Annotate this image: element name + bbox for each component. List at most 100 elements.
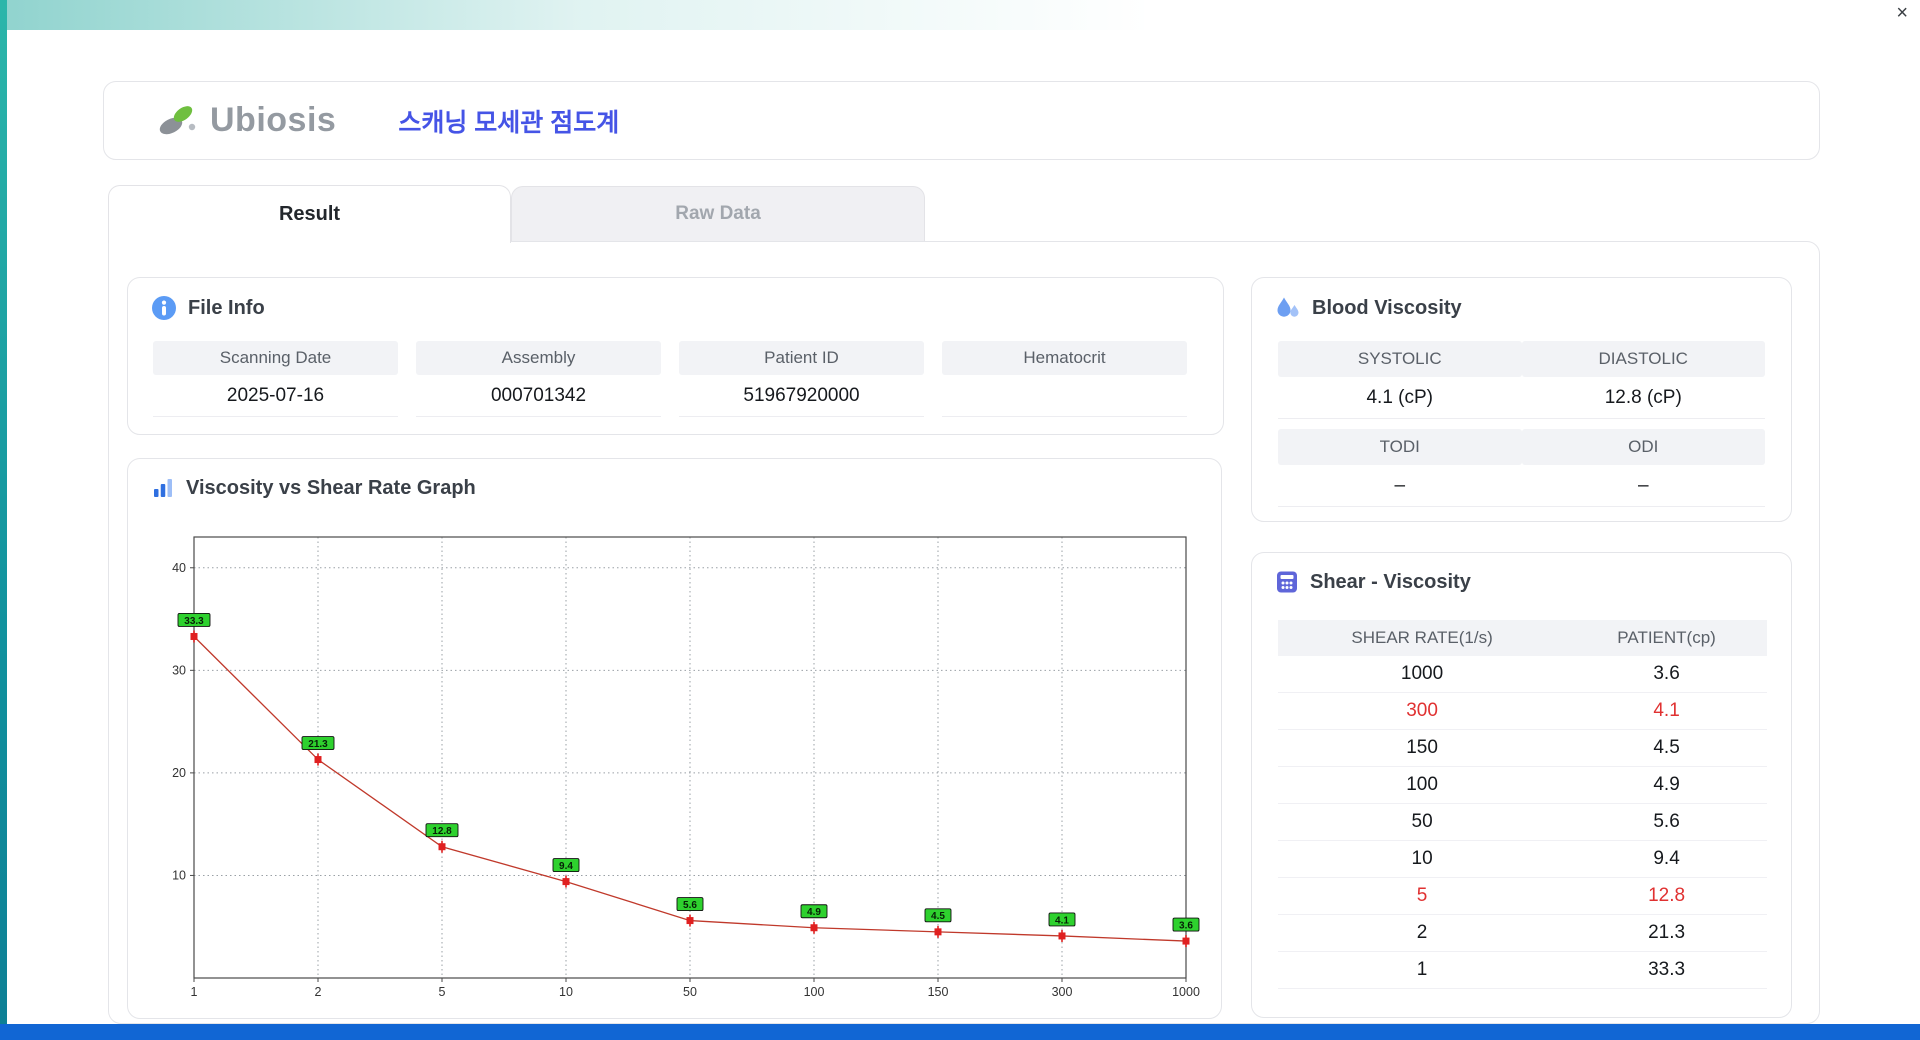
field-label: Assembly [416, 341, 661, 375]
svg-text:1: 1 [191, 985, 198, 999]
blood-viscosity-card: Blood Viscosity SYSTOLIC DIASTOLIC 4.1 (… [1251, 277, 1792, 522]
odi-header: ODI [1521, 429, 1765, 465]
svg-text:30: 30 [172, 663, 186, 677]
field-value: 2025-07-16 [153, 375, 398, 417]
shear-rate-cell: 10 [1278, 840, 1567, 878]
patient-cell: 9.4 [1566, 840, 1767, 878]
file-info-fields: Scanning Date 2025-07-16 Assembly 000701… [153, 341, 1187, 417]
tab-raw-data-label: Raw Data [675, 203, 761, 224]
brand-logo: Ubiosis [156, 101, 336, 141]
patient-cell: 4.1 [1566, 692, 1767, 730]
info-icon [152, 296, 176, 320]
svg-text:33.3: 33.3 [184, 616, 204, 627]
systolic-diastolic-group: SYSTOLIC DIASTOLIC 4.1 (cP) 12.8 (cP) [1278, 341, 1765, 419]
svg-text:4.1: 4.1 [1055, 915, 1069, 926]
svg-text:2: 2 [315, 985, 322, 999]
table-row: 10 9.4 [1278, 840, 1767, 878]
window-left-edge [0, 0, 7, 1040]
field-scanning-date: Scanning Date 2025-07-16 [153, 341, 398, 417]
table-row: 150 4.5 [1278, 729, 1767, 767]
svg-text:9.4: 9.4 [559, 861, 573, 872]
window-top-gradient [0, 0, 1920, 30]
graph-title: Viscosity vs Shear Rate Graph [186, 476, 476, 499]
app-window: { "window": { "close": "×" }, "colors": … [0, 0, 1920, 1040]
svg-text:5.6: 5.6 [683, 900, 697, 911]
svg-text:12.8: 12.8 [432, 826, 452, 837]
svg-text:10: 10 [172, 868, 186, 882]
diastolic-value: 12.8 (cP) [1521, 377, 1765, 419]
table-header-row: SHEAR RATE(1/s) PATIENT(cp) [1278, 620, 1767, 656]
patient-cell: 4.9 [1566, 766, 1767, 804]
tab-result-label: Result [278, 203, 341, 225]
todi-odi-group: TODI ODI – – [1278, 429, 1765, 507]
svg-text:21.3: 21.3 [308, 739, 328, 750]
tab-result[interactable]: Result [108, 185, 511, 243]
svg-text:150: 150 [928, 985, 949, 999]
patient-column-header: PATIENT(cp) [1566, 620, 1767, 656]
shear-rate-cell: 5 [1278, 877, 1567, 915]
table-row: 300 4.1 [1278, 692, 1767, 730]
table-row: 5 12.8 [1278, 877, 1767, 915]
tab-raw-data[interactable]: Raw Data [511, 186, 925, 241]
systolic-value: 4.1 (cP) [1278, 377, 1522, 419]
svg-text:1000: 1000 [1172, 985, 1200, 999]
shear-rate-cell: 100 [1278, 766, 1567, 804]
todi-value: – [1278, 465, 1522, 507]
shear-viscosity-header: Shear - Viscosity [1252, 553, 1494, 611]
header-card: Ubiosis 스캐닝 모세관 점도계 [103, 81, 1820, 160]
svg-text:10: 10 [559, 985, 573, 999]
svg-text:50: 50 [683, 985, 697, 999]
field-value: 51967920000 [679, 375, 924, 417]
file-info-card: File Info Scanning Date 2025-07-16 Assem… [127, 277, 1224, 435]
result-panel: File Info Scanning Date 2025-07-16 Assem… [108, 241, 1820, 1024]
leaf-logo-icon [159, 105, 196, 134]
graph-header: Viscosity vs Shear Rate Graph [128, 459, 499, 517]
chart-grid [194, 537, 1186, 978]
shear-viscosity-table: SHEAR RATE(1/s) PATIENT(cp) 1000 3.6 300 4.… [1278, 620, 1767, 989]
shear-viscosity-card: Shear - Viscosity SHEAR RATE(1/s) PATIEN… [1251, 552, 1792, 1018]
file-info-title: File Info [188, 296, 265, 319]
field-value: 000701342 [416, 375, 661, 417]
svg-text:20: 20 [172, 766, 186, 780]
viscosity-chart-svg: 1 2 5 10 50 100 150 300 1000 10 20 30 40 33.3 21.3 12.8… [172, 536, 1200, 999]
blood-viscosity-title: Blood Viscosity [1312, 296, 1462, 319]
viscosity-graph-card: Viscosity vs Shear Rate Graph 1 2 5 10 50 100… [127, 458, 1222, 1019]
blood-viscosity-header: Blood Viscosity [1252, 278, 1485, 338]
patient-cell: 21.3 [1566, 914, 1767, 952]
shear-rate-column-header: SHEAR RATE(1/s) [1278, 620, 1567, 656]
svg-text:40: 40 [172, 561, 186, 575]
field-label: Scanning Date [153, 341, 398, 375]
shear-rate-cell: 50 [1278, 803, 1567, 841]
patient-cell: 12.8 [1566, 877, 1767, 915]
svg-text:4.5: 4.5 [931, 911, 945, 922]
svg-text:3.6: 3.6 [1179, 920, 1193, 931]
patient-cell: 5.6 [1566, 803, 1767, 841]
close-icon[interactable]: × [1896, 2, 1908, 24]
odi-value: – [1521, 465, 1765, 507]
patient-cell: 4.5 [1566, 729, 1767, 767]
field-patient-id: Patient ID 51967920000 [679, 341, 924, 417]
table-row: 1000 3.6 [1278, 656, 1767, 693]
systolic-header: SYSTOLIC [1278, 341, 1522, 377]
blood-drops-icon [1277, 297, 1299, 317]
page-title: 스캐닝 모세관 점도계 [398, 108, 620, 137]
blood-viscosity-table: SYSTOLIC DIASTOLIC 4.1 (cP) 12.8 (cP) TO… [1278, 341, 1765, 517]
patient-cell: 3.6 [1566, 656, 1767, 693]
shear-rate-cell: 300 [1278, 692, 1567, 730]
shear-rate-cell: 150 [1278, 729, 1567, 767]
diastolic-header: DIASTOLIC [1521, 341, 1765, 377]
field-value [942, 375, 1187, 417]
bar-chart-icon [154, 479, 172, 497]
todi-header: TODI [1278, 429, 1522, 465]
calculator-icon [1277, 571, 1297, 593]
svg-text:100: 100 [804, 985, 825, 999]
svg-text:300: 300 [1052, 985, 1073, 999]
field-hematocrit: Hematocrit [942, 341, 1187, 417]
table-row: 50 5.6 [1278, 803, 1767, 841]
field-label: Hematocrit [942, 341, 1187, 375]
brand-name: Ubiosis [210, 101, 337, 139]
shear-rate-cell: 1 [1278, 951, 1567, 989]
shear-table-body: 1000 3.6 300 4.1 150 4.5 100 4.9 50 5.6 10 9.4 5 12.8… [1278, 656, 1767, 989]
shear-rate-cell: 2 [1278, 914, 1567, 952]
file-info-header: File Info [128, 278, 288, 338]
